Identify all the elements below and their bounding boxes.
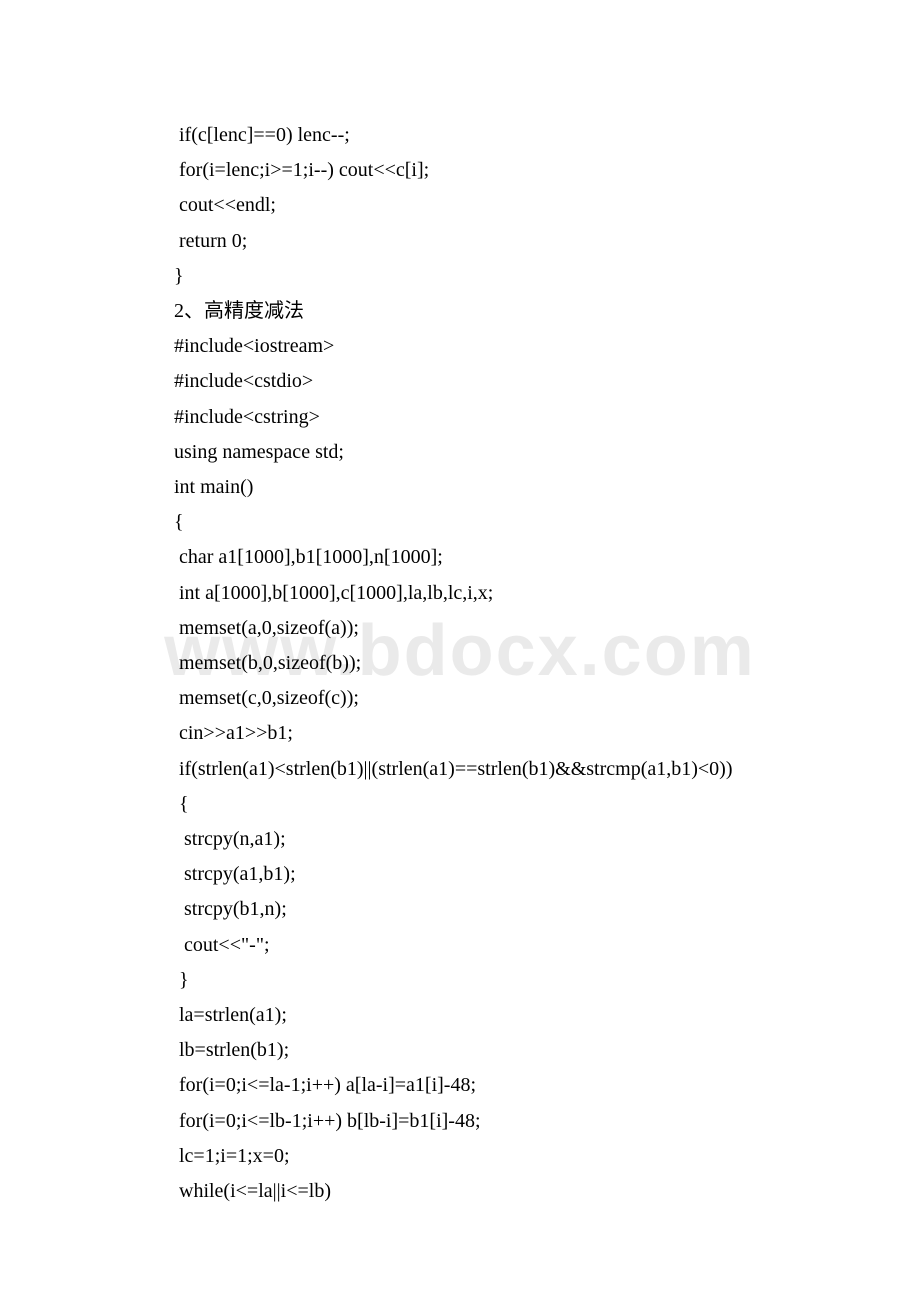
code-line: lb=strlen(b1);: [174, 1033, 746, 1068]
code-line: strcpy(a1,b1);: [174, 857, 746, 892]
code-line: for(i=0;i<=la-1;i++) a[la-i]=a1[i]-48;: [174, 1068, 746, 1103]
code-line: int a[1000],b[1000],c[1000],la,lb,lc,i,x…: [174, 576, 746, 611]
code-line: #include<cstdio>: [174, 364, 746, 399]
code-line: char a1[1000],b1[1000],n[1000];: [174, 540, 746, 575]
code-content: if(c[lenc]==0) lenc--; for(i=lenc;i>=1;i…: [174, 118, 746, 1209]
code-line: int main(): [174, 470, 746, 505]
code-line: for(i=lenc;i>=1;i--) cout<<c[i];: [174, 153, 746, 188]
code-line: #include<iostream>: [174, 329, 746, 364]
code-line: cin>>a1>>b1;: [174, 716, 746, 751]
code-line: for(i=0;i<=lb-1;i++) b[lb-i]=b1[i]-48;: [174, 1104, 746, 1139]
code-line: la=strlen(a1);: [174, 998, 746, 1033]
code-line: cout<<"-";: [174, 928, 746, 963]
code-line: memset(a,0,sizeof(a));: [174, 611, 746, 646]
document-page: www.bdocx.com if(c[lenc]==0) lenc--; for…: [0, 0, 920, 1302]
code-line: strcpy(b1,n);: [174, 892, 746, 927]
section-heading: 2、高精度减法: [174, 294, 746, 329]
code-line: return 0;: [174, 224, 746, 259]
code-line: using namespace std;: [174, 435, 746, 470]
code-line: {: [174, 787, 746, 822]
code-line: strcpy(n,a1);: [174, 822, 746, 857]
code-line: while(i<=la||i<=lb): [174, 1174, 746, 1209]
code-line: }: [174, 259, 746, 294]
code-line: lc=1;i=1;x=0;: [174, 1139, 746, 1174]
code-line: if(strlen(a1)<strlen(b1)||(strlen(a1)==s…: [174, 752, 746, 787]
code-line: #include<cstring>: [174, 400, 746, 435]
code-line: {: [174, 505, 746, 540]
code-line: cout<<endl;: [174, 188, 746, 223]
code-line: if(c[lenc]==0) lenc--;: [174, 118, 746, 153]
code-line: }: [174, 963, 746, 998]
code-line: memset(b,0,sizeof(b));: [174, 646, 746, 681]
code-line: memset(c,0,sizeof(c));: [174, 681, 746, 716]
